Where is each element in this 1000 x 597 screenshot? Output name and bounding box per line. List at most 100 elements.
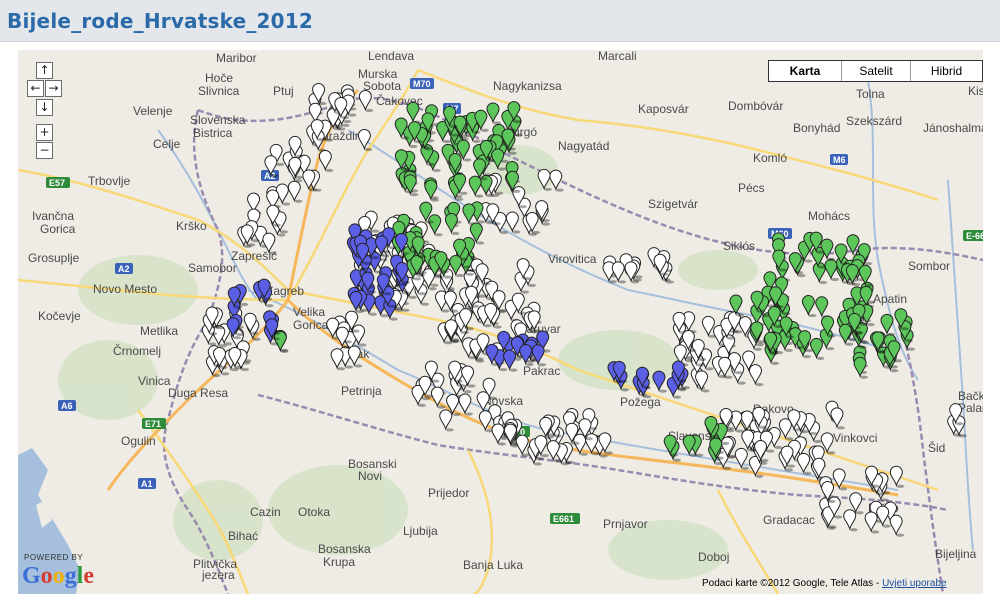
road-sign: E-662: [963, 230, 983, 241]
place-label: Nagykanizsa: [493, 79, 562, 93]
place-label: Krupa: [323, 555, 355, 569]
place-label: Novi: [358, 469, 382, 483]
road-sign: E71: [142, 418, 166, 429]
place-label: Dombóvár: [728, 99, 783, 113]
place-label: Prnjavor: [603, 517, 648, 531]
place-label: Kaposvár: [638, 102, 689, 116]
google-logo[interactable]: POWERED BY Google: [22, 553, 102, 591]
svg-text:M70: M70: [413, 79, 431, 89]
place-label: Požega: [620, 395, 661, 409]
place-label: Duga Resa: [168, 386, 228, 400]
place-label: Szigetvár: [648, 197, 698, 211]
place-label: jezera: [201, 568, 235, 582]
svg-text:A6: A6: [61, 401, 73, 411]
road-sign: A1: [138, 478, 156, 489]
map-type-control: Karta Satelit Hibrid: [768, 60, 983, 82]
place-label: Doboj: [698, 550, 729, 564]
map-type-satelit-button[interactable]: Satelit: [841, 61, 910, 81]
map-copyright: Podaci karte ©2012 Google, Tele Atlas - …: [702, 578, 947, 589]
map-canvas[interactable]: Maribor Lendava MarcaliMurskaSobota Nagykan…: [18, 50, 983, 594]
place-label: Velenje: [133, 104, 173, 118]
pan-right-button[interactable]: →: [45, 80, 62, 97]
road-sign: A6: [58, 400, 76, 411]
powered-by-label: POWERED BY: [24, 553, 84, 562]
terms-link[interactable]: Uvjeti uporabe: [882, 578, 946, 589]
place-label: Sobota: [363, 79, 401, 93]
place-label: Komló: [753, 151, 787, 165]
place-label: Gorica: [293, 318, 329, 332]
place-label: Lendava: [368, 50, 414, 63]
place-label: Ljubija: [403, 524, 438, 538]
place-label: Apatin: [873, 292, 907, 306]
place-label: Siklós: [723, 239, 755, 253]
google-wordmark: Google: [22, 563, 94, 589]
place-label: Ogulin: [121, 434, 156, 448]
place-label: Cazin: [250, 505, 281, 519]
place-label: Bosanska: [318, 542, 371, 556]
place-label: Bonyhád: [793, 121, 840, 135]
map-type-hibrid-button[interactable]: Hibrid: [910, 61, 982, 81]
zoom-out-button[interactable]: −: [36, 142, 53, 159]
place-label: Pécs: [738, 181, 765, 195]
place-label: Ivančna: [32, 209, 74, 223]
page-title: Bijele_rode_Hrvatske_2012: [7, 9, 314, 33]
place-label: Hoče: [205, 71, 233, 85]
place-label: Novo Mesto: [93, 282, 157, 296]
place-label: Marcali: [598, 50, 637, 63]
place-label: Jánoshalma: [923, 121, 983, 135]
page-header: Bijele_rode_Hrvatske_2012: [0, 0, 1000, 42]
road-sign: M70: [410, 78, 434, 89]
road-sign: M6: [830, 154, 848, 165]
svg-text:A1: A1: [141, 479, 153, 489]
place-label: Trbovlje: [88, 174, 131, 188]
place-label: Grosuplje: [28, 251, 80, 265]
place-label: Krško: [176, 219, 207, 233]
place-label: Bijeljina: [935, 547, 977, 561]
place-label: Velika: [293, 305, 325, 319]
place-label: Vinica: [138, 374, 171, 388]
place-label: Slovenska: [190, 113, 246, 127]
place-label: Virovitica: [548, 252, 597, 266]
place-label: Sombor: [908, 259, 950, 273]
place-label: Ptuj: [273, 84, 294, 98]
place-label: Mohács: [808, 209, 850, 223]
place-label: Vinkovci: [833, 431, 877, 445]
place-label: Slivnica: [198, 84, 240, 98]
place-label: Nagyatád: [558, 139, 609, 153]
pan-left-button[interactable]: ←: [27, 80, 44, 97]
svg-text:E71: E71: [145, 419, 161, 429]
svg-text:E661: E661: [553, 514, 574, 524]
map-type-karta-button[interactable]: Karta: [769, 61, 841, 81]
place-label: Bihać: [228, 529, 258, 543]
place-label: Tolna: [856, 87, 885, 101]
place-label: Gradacac: [763, 513, 815, 527]
place-label: Celje: [153, 137, 181, 151]
road-sign: E661: [550, 513, 580, 524]
copyright-text: Podaci karte ©2012 Google, Tele Atlas -: [702, 578, 883, 589]
place-label: Samobor: [188, 261, 237, 275]
svg-text:E57: E57: [49, 178, 65, 188]
place-label: Petrinja: [341, 384, 382, 398]
place-label: Metlika: [140, 324, 178, 338]
place-label: Kiskun: [968, 84, 983, 98]
place-label: Gorica: [40, 222, 76, 236]
svg-text:E-662: E-662: [966, 231, 983, 241]
place-label: Prijedor: [428, 486, 469, 500]
place-label: Banja Luka: [463, 558, 523, 572]
pan-up-button[interactable]: ↑: [36, 62, 53, 79]
place-label: Kočevje: [38, 309, 81, 323]
place-label: Bistrica: [193, 126, 233, 140]
road-sign: A2: [115, 263, 133, 274]
svg-text:M6: M6: [833, 155, 846, 165]
svg-text:A2: A2: [118, 264, 130, 274]
place-label: Maribor: [216, 51, 257, 65]
pan-down-button[interactable]: ↓: [36, 99, 53, 116]
place-label: Otoka: [298, 505, 330, 519]
road-sign: E57: [46, 177, 70, 188]
zoom-in-button[interactable]: +: [36, 124, 53, 141]
place-label: Šid: [928, 440, 945, 455]
map-container[interactable]: Maribor Lendava Marcali Murska Sobota Nagykan…: [18, 50, 983, 594]
place-label: Črnomelj: [113, 343, 161, 358]
place-label: Zaprešić: [231, 249, 277, 263]
place-label: Szekszárd: [846, 114, 902, 128]
